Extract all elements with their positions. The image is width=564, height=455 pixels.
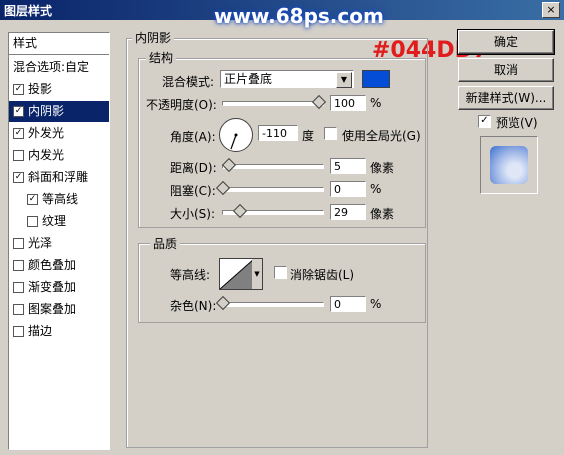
size-unit: 像素 (370, 207, 395, 221)
structure-title: 结构 (146, 49, 177, 66)
sidebar-item-label: 外发光 (28, 126, 65, 140)
sidebar-item-label: 内阴影 (28, 104, 65, 118)
sidebar-item-checkbox[interactable]: ✓ (13, 172, 24, 183)
preview-checkbox[interactable]: ✓ (478, 115, 491, 128)
sidebar-item[interactable]: ✓ 外发光 (9, 123, 109, 144)
sidebar-header[interactable]: 样式 (9, 33, 109, 55)
anti-alias-checkbox[interactable] (274, 266, 287, 279)
sidebar-item-label: 描边 (28, 324, 53, 338)
sidebar-item-checkbox[interactable]: ✓ (27, 194, 38, 205)
sidebar-item-label: 斜面和浮雕 (28, 170, 89, 184)
preview-label: 预览(V) (496, 116, 538, 130)
quality-title: 品质 (150, 235, 181, 252)
sidebar-item-label: 混合选项:自定 (13, 60, 90, 74)
sidebar-item-checkbox[interactable] (13, 282, 24, 293)
sidebar-item-label: 投影 (28, 82, 53, 96)
size-label: 大小(S): (170, 207, 216, 221)
choke-input[interactable]: 0 (330, 181, 366, 197)
sidebar-item[interactable]: 纹理 (9, 211, 109, 232)
sidebar-item-label: 渐变叠加 (28, 280, 77, 294)
contour-curve-icon (219, 258, 255, 290)
chevron-down-icon: ▼ (336, 72, 352, 88)
sidebar-header-label: 样式 (13, 36, 38, 50)
noise-label: 杂色(N): (170, 299, 217, 313)
global-light-checkbox[interactable] (324, 127, 337, 140)
new-style-button[interactable]: 新建样式(W)... (458, 86, 554, 110)
distance-input[interactable]: 5 (330, 158, 366, 174)
angle-needle-icon (230, 133, 238, 150)
sidebar-item-checkbox[interactable] (13, 150, 24, 161)
watermark: www.68ps.com (214, 4, 384, 28)
noise-input[interactable]: 0 (330, 296, 366, 312)
angle-label: 角度(A): (170, 130, 216, 144)
ok-button[interactable]: 确定 (457, 29, 555, 55)
sidebar-item-checkbox[interactable]: ✓ (13, 84, 24, 95)
opacity-unit: % (370, 96, 382, 110)
sidebar-item-blend-options[interactable]: 混合选项:自定 (9, 57, 109, 78)
global-light-label: 使用全局光(G) (342, 129, 421, 143)
sidebar-item-checkbox[interactable] (27, 216, 38, 227)
sidebar-item-label: 等高线 (42, 192, 79, 206)
window-title: 图层样式 (4, 4, 53, 18)
contour-label: 等高线: (170, 268, 211, 282)
sidebar-item-label: 光泽 (28, 236, 53, 250)
contour-picker[interactable] (219, 258, 255, 290)
angle-unit: 度 (302, 129, 315, 143)
distance-unit: 像素 (370, 161, 395, 175)
sidebar-item-checkbox[interactable] (13, 326, 24, 337)
distance-slider[interactable] (222, 164, 324, 169)
choke-unit: % (370, 182, 382, 196)
sidebar-item[interactable]: 内发光 (9, 145, 109, 166)
chevron-down-icon[interactable]: ▼ (252, 258, 263, 290)
shadow-color-swatch[interactable] (362, 70, 390, 88)
sidebar-item-label: 图案叠加 (28, 302, 77, 316)
sidebar-item-label: 内发光 (28, 148, 65, 162)
sidebar-item-label: 颜色叠加 (28, 258, 77, 272)
preview-swatch (490, 146, 528, 184)
choke-label: 阻塞(C): (170, 184, 216, 198)
sidebar-item[interactable]: ✓ 投影 (9, 79, 109, 100)
noise-slider[interactable] (222, 302, 324, 307)
choke-slider[interactable] (222, 187, 324, 192)
noise-unit: % (370, 297, 382, 311)
style-list: 样式 混合选项:自定 ✓ 投影 ✓ 内阴影 ✓ 外发光内发光 ✓ 斜面和浮雕 ✓ 等高线纹理光泽颜… (8, 32, 110, 450)
size-input[interactable]: 29 (330, 204, 366, 220)
sidebar-item[interactable]: 图案叠加 (9, 299, 109, 320)
angle-input[interactable]: -110 (258, 125, 298, 141)
sidebar-item-checkbox[interactable] (13, 304, 24, 315)
inner-shadow-title: 内阴影 (132, 29, 175, 46)
anti-alias-label: 消除锯齿(L) (290, 268, 355, 282)
style-preview-thumbnail (480, 136, 538, 194)
sidebar-item[interactable]: 描边 (9, 321, 109, 342)
blend-mode-label: 混合模式: (162, 75, 215, 89)
cancel-button[interactable]: 取消 (458, 58, 554, 82)
sidebar-item-checkbox[interactable]: ✓ (13, 128, 24, 139)
sidebar-item[interactable]: ✓ 等高线 (9, 189, 109, 210)
sidebar-item[interactable]: 颜色叠加 (9, 255, 109, 276)
opacity-label: 不透明度(O): (146, 98, 217, 112)
angle-dial[interactable] (219, 118, 253, 152)
sidebar-item-checkbox[interactable] (13, 238, 24, 249)
blend-mode-value: 正片叠底 (224, 72, 273, 86)
sidebar-item[interactable]: 渐变叠加 (9, 277, 109, 298)
sidebar-item[interactable]: ✓ 斜面和浮雕 (9, 167, 109, 188)
distance-label: 距离(D): (170, 161, 217, 175)
close-button[interactable]: × (542, 2, 560, 18)
opacity-slider[interactable] (222, 101, 324, 106)
sidebar-item-checkbox[interactable] (13, 260, 24, 271)
sidebar-item-checkbox[interactable]: ✓ (13, 106, 24, 117)
opacity-input[interactable]: 100 (330, 95, 366, 111)
sidebar-item-label: 纹理 (42, 214, 67, 228)
sidebar-item[interactable]: 光泽 (9, 233, 109, 254)
sidebar-item[interactable]: ✓ 内阴影 (9, 101, 109, 122)
blend-mode-select[interactable]: 正片叠底 ▼ (220, 70, 354, 88)
